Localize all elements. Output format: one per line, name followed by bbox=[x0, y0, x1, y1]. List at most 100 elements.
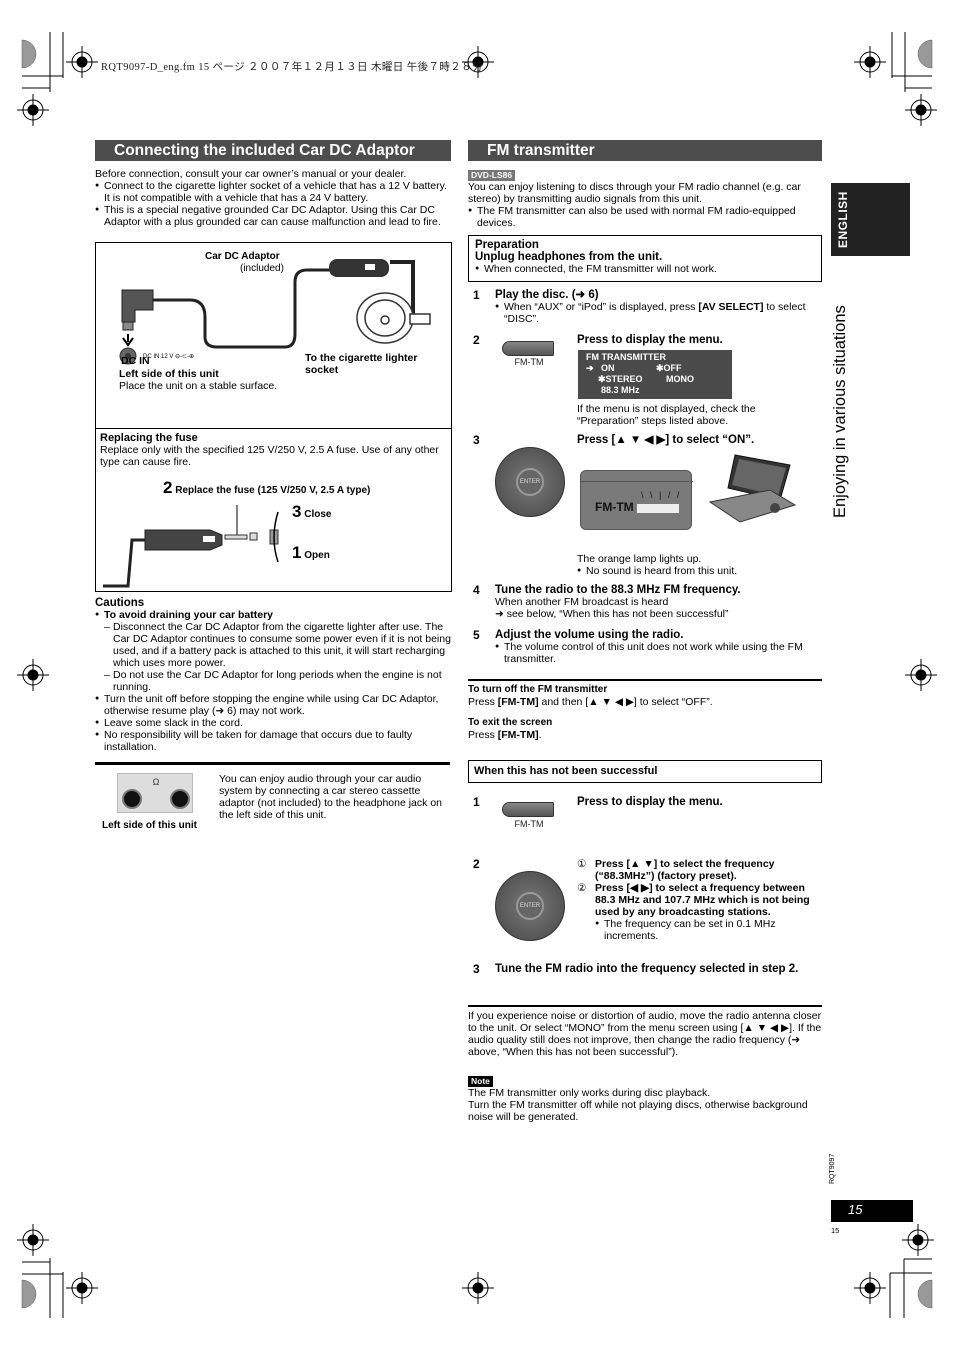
bullet-item: No sound is heard from this unit. bbox=[577, 565, 737, 577]
arrow-right-icon: ➔ bbox=[586, 363, 594, 373]
turn-off-section: To turn off the FM transmitter Press [FM… bbox=[468, 684, 822, 708]
fm-tm-panel-illustration: FM-TM \ \ | / / bbox=[580, 470, 693, 530]
button-ref: [FM-TM] bbox=[497, 729, 539, 741]
exit-title: To exit the screen bbox=[468, 717, 553, 728]
model-tag: DVD-LS86 bbox=[468, 170, 516, 181]
divider bbox=[468, 679, 822, 681]
text: Press bbox=[468, 696, 498, 708]
prep-sub: Unplug headphones from the unit. bbox=[475, 251, 663, 263]
section-side-label: Enjoying in various situations bbox=[831, 305, 849, 518]
fuse-step-1: 1 Open bbox=[292, 544, 330, 562]
fm-tm-button[interactable] bbox=[502, 802, 554, 817]
text: . bbox=[538, 729, 542, 741]
menu-option-on: ON bbox=[601, 363, 615, 373]
sub-step: ② Press [◀ ▶] to select a frequency betw… bbox=[577, 882, 817, 918]
menu-title: FM TRANSMITTER bbox=[586, 352, 666, 362]
bullet-item: Turn the unit off before stopping the en… bbox=[95, 693, 455, 717]
fm-tm-button-label: FM-TM bbox=[514, 819, 544, 829]
step-line: When another FM broadcast is heard bbox=[495, 596, 669, 608]
dvd-player-illustration bbox=[708, 454, 797, 523]
divider bbox=[95, 428, 452, 429]
step-line: ➜ see below, “When this has not been suc… bbox=[495, 608, 729, 620]
bullet-item: When “AUX” or “iPod” is displayed, press… bbox=[495, 301, 820, 325]
car-adaptor-illustration: DC IN 12 V ⊖-⊂-⊕ Car DC Adaptor (include… bbox=[119, 251, 431, 365]
sub-step-text: Press [▲ ▼] to select the frequency (“88… bbox=[595, 858, 775, 882]
step-text: Close bbox=[304, 509, 332, 520]
menu-option-stereo: ✱STEREO bbox=[598, 374, 643, 384]
fuse-title: Replacing the fuse bbox=[100, 432, 198, 444]
sub-step: ① Press [▲ ▼] to select the frequency (“… bbox=[577, 858, 817, 882]
adaptor-sub: (included) bbox=[240, 263, 284, 274]
button-ref: [FM-TM] bbox=[497, 696, 539, 708]
divider bbox=[95, 762, 450, 765]
note-line: The FM transmitter only works during dis… bbox=[468, 1087, 711, 1099]
noise-text: If you experience noise or distortion of… bbox=[468, 1010, 822, 1058]
doc-code: RQT9097 bbox=[829, 1153, 836, 1184]
step-title: Press to display the menu. bbox=[577, 334, 723, 346]
enter-button[interactable]: ENTER bbox=[516, 892, 544, 920]
preparation-box: Preparation Unplug headphones from the u… bbox=[468, 235, 822, 282]
fm-tm-button-label: FM-TM bbox=[514, 357, 544, 367]
menu-row-on-off: ➔ ON ✱OFF bbox=[586, 363, 724, 374]
step-note: The orange lamp lights up. bbox=[577, 553, 702, 565]
turn-off-title: To turn off the FM transmitter bbox=[468, 684, 608, 695]
left-side-label: Left side of this unit bbox=[119, 368, 219, 380]
exit-text: Press [FM-TM]. bbox=[468, 729, 822, 741]
small-page-number: 15 bbox=[831, 1226, 840, 1235]
jack-icon bbox=[170, 789, 190, 809]
section-title-fm: FM transmitter bbox=[468, 140, 822, 161]
fuse-text: Replace only with the specified 125 V/25… bbox=[100, 444, 439, 468]
note-line: Turn the FM transmitter off while not pl… bbox=[468, 1099, 808, 1123]
text: Press bbox=[468, 729, 498, 741]
car-dc-intro: Before connection, consult your car owne… bbox=[95, 168, 455, 228]
note-section: Note The FM transmitter only works durin… bbox=[468, 1075, 824, 1123]
replacing-fuse: Replacing the fuse Replace only with the… bbox=[100, 432, 445, 468]
left-side-caption: Left side of this unit bbox=[102, 820, 197, 831]
step-title: Press to display the menu. bbox=[577, 796, 723, 808]
turn-off-text: Press [FM-TM] and then [▲ ▼ ◀ ▶] to sele… bbox=[468, 696, 822, 708]
step-number: 4 bbox=[473, 583, 480, 597]
text: and then [▲ ▼ ◀ ▶] to select “OFF”. bbox=[538, 696, 713, 708]
arrow-down-icon bbox=[122, 334, 134, 347]
fuse-step-3: 3 Close bbox=[292, 503, 332, 521]
step-number: 3 bbox=[473, 962, 480, 976]
fm-menu-screen: FM TRANSMITTER ➔ ON ✱OFF ✱STEREO MONO 88… bbox=[578, 350, 732, 399]
jack-icon bbox=[122, 789, 142, 809]
menu-option-off: ✱OFF bbox=[656, 363, 682, 373]
button-ref: [AV SELECT] bbox=[698, 301, 764, 313]
step-text: Open bbox=[304, 550, 330, 561]
dash-item: Do not use the Car DC Adaptor for long p… bbox=[104, 669, 455, 693]
bullet-item: The FM transmitter can also be used with… bbox=[468, 205, 824, 229]
stable-surface-note: Place the unit on a stable surface. bbox=[119, 380, 278, 392]
step-note: If the menu is not displayed, check the … bbox=[577, 403, 756, 427]
dc-in-label: DC IN bbox=[121, 355, 150, 367]
dpad-control[interactable]: ENTER bbox=[495, 447, 565, 517]
bullet-item: Connect to the cigarette lighter socket … bbox=[95, 180, 455, 204]
step-marker: ① bbox=[577, 858, 587, 870]
step-title: Tune the FM radio into the frequency sel… bbox=[495, 963, 799, 975]
headphone-icon: Ω bbox=[152, 777, 160, 787]
orange-lamp-icon bbox=[637, 504, 679, 513]
note-tag: Note bbox=[468, 1076, 493, 1087]
divider bbox=[581, 481, 693, 482]
fm-intro: DVD-LS86 You can enjoy listening to disc… bbox=[468, 169, 824, 229]
step-number: 1 bbox=[473, 795, 480, 809]
step-number: 3 bbox=[473, 433, 480, 447]
dpad-control[interactable]: ENTER bbox=[495, 871, 565, 941]
step-number: 1 bbox=[292, 543, 302, 562]
enter-button[interactable]: ENTER bbox=[516, 468, 544, 496]
panel-label: FM-TM bbox=[595, 500, 634, 514]
section-title-car-dc: Connecting the included Car DC Adaptor bbox=[95, 140, 451, 161]
fm-tm-button[interactable] bbox=[502, 341, 554, 356]
step-1: Play the disc. (➜ 6) When “AUX” or “iPod… bbox=[495, 289, 820, 325]
bullet-item: The volume control of this unit does not… bbox=[495, 641, 810, 665]
step-title: Tune the radio to the 88.3 MHz FM freque… bbox=[495, 584, 741, 596]
headphone-jack-illustration: Ω bbox=[117, 773, 193, 813]
step-text: Replace the fuse (125 V/250 V, 2.5 A typ… bbox=[175, 485, 371, 496]
step-number: 3 bbox=[292, 502, 302, 521]
not-successful-box: When this has not been successful bbox=[468, 760, 822, 783]
lamp-rays-icon: \ \ | / / bbox=[641, 490, 682, 500]
fuse-step-2: 2 Replace the fuse (125 V/250 V, 2.5 A t… bbox=[163, 479, 371, 497]
page-number: 15 bbox=[831, 1200, 913, 1222]
cigarette-socket-label: To the cigarette lighter socket bbox=[305, 352, 418, 376]
